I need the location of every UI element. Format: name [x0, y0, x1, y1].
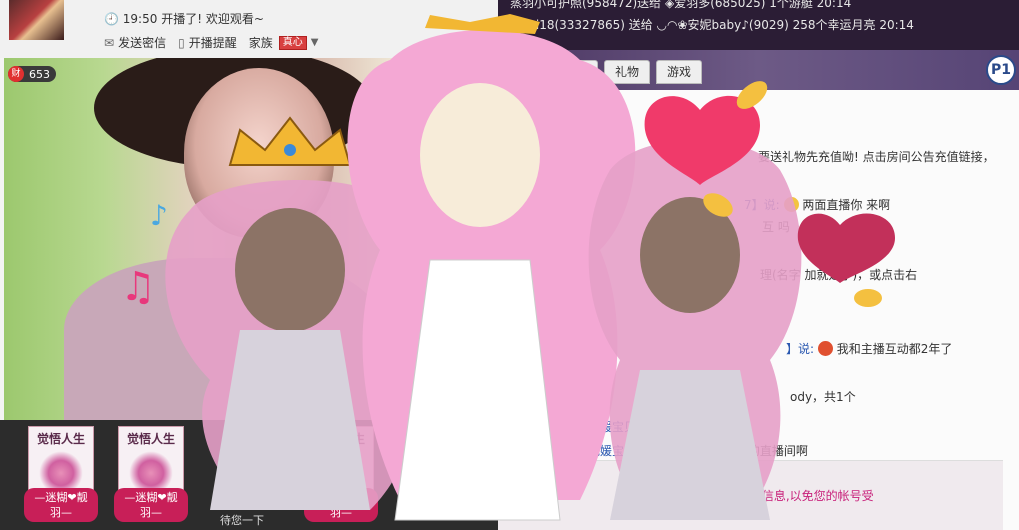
family-button[interactable]: 家族 真心 ▼	[248, 34, 319, 51]
live-reminder-button[interactable]: ▯ 开播提醒	[178, 34, 237, 51]
phone-icon: ▯	[178, 35, 185, 50]
wealth-icon: 财	[8, 66, 24, 82]
chat-line: 互 吗	[762, 220, 790, 234]
gift-ticker: 蒸羽小可护照(958472)送给 ◈爱羽多(685025) 1个游艇 20:14…	[498, 0, 1019, 50]
video-body-shape	[64, 258, 384, 420]
fan-name-line1: —迷糊❤靓	[124, 491, 178, 504]
fan-name-badge[interactable]: —迷糊❤靓 羽—	[24, 488, 98, 522]
host-actions: ✉ 发送密信 ▯ 开播提醒 家族 真心 ▼	[104, 34, 318, 51]
send-message-button[interactable]: ✉ 发送密信	[104, 34, 166, 51]
tab-gift[interactable]: 礼物	[604, 60, 651, 84]
notice-line: 游戏】 请点击进入	[510, 467, 710, 481]
status-text: 开播了! 欢迎观看~	[161, 12, 264, 26]
fan-card-title: 觉悟人生	[316, 432, 365, 446]
fan-card-title: 觉悟人生	[36, 432, 85, 446]
chat-line: 值	[592, 172, 605, 186]
ticker-line: wrfyi18(33327865) 送给 ◡◠❀安妮baby♪(9029) 25…	[510, 18, 914, 32]
send-message-label: 发送密信	[118, 36, 167, 50]
fan-name-badge[interactable]: —迷糊❤靓 羽—	[114, 488, 188, 522]
notice-line: 药场】 官方页面发布的六币优惠信息,以免您的帐号受	[510, 489, 874, 503]
chat-line: 理(名字 加就是了)，或点击右	[760, 268, 918, 282]
chevron-down-icon[interactable]: ▼	[311, 37, 319, 48]
chat-line: 代理	[596, 98, 621, 112]
tab-game[interactable]: 游戏	[656, 60, 703, 84]
chat-line: 申花媛宝贝 今天什么时候去中超的直播间啊	[576, 444, 808, 458]
angry-emoji-icon	[817, 341, 833, 356]
room-badge-icon[interactable]: P1	[986, 55, 1016, 85]
fan-name-line1: —迷糊❤靓	[34, 491, 88, 504]
chat-line: 7】说: 两面直播你 来啊	[744, 197, 891, 212]
chat-notice: 游戏】 请点击进入 药场】 官方页面发布的六币优惠信息,以免您的帐号受	[498, 460, 1003, 530]
host-status: 🕘 19:50 开播了! 欢迎观看~	[104, 10, 264, 27]
chat-line: 申花媛宝贝	[576, 420, 637, 434]
fan-name-line1: —迷糊❤靓	[314, 491, 368, 504]
fan-name-badge[interactable]: —迷糊❤靓 羽—	[304, 488, 378, 522]
clock-icon: 🕘	[104, 12, 119, 26]
host-avatar[interactable]	[9, 0, 64, 40]
fan-name-line2: 羽—	[330, 506, 352, 519]
smile-emoji-icon	[783, 197, 799, 212]
chat-line: ody，共1个	[790, 390, 856, 404]
video-face-shape	[184, 68, 334, 238]
fan-name-line2: 羽—	[50, 506, 72, 519]
tab-song[interactable]: 点歌	[552, 60, 599, 84]
host-info-bar: 🕘 19:50 开播了! 欢迎观看~ ✉ 发送密信 ▯ 开播提醒 家族 真心 ▼	[0, 0, 498, 58]
status-time: 19:50	[122, 12, 158, 26]
chat-line: 屏幕星期	[564, 150, 613, 164]
live-video[interactable]	[4, 58, 498, 420]
fan-name-line2: 羽—	[140, 506, 162, 519]
ticker-line: 蒸羽小可护照(958472)送给 ◈爱羽多(685025) 1个游艇 20:14	[510, 0, 852, 10]
app-root: 🕘 19:50 开播了! 欢迎观看~ ✉ 发送密信 ▯ 开播提醒 家族 真心 ▼	[0, 0, 1019, 530]
chat-line: :1	[516, 340, 528, 354]
family-badge: 真心	[278, 35, 307, 50]
chat-line: 】说: 我和主播互动都2年了	[786, 341, 953, 356]
wealth-badge: 财 653	[8, 66, 56, 82]
wealth-value: 653	[29, 67, 50, 81]
chat-line: 7 —迷糊♥	[526, 390, 585, 404]
waiting-text: 待您一下	[220, 514, 264, 527]
chat-line: 要送礼物先充值呦! 点击房间公告充值链接，	[758, 150, 995, 164]
mail-icon: ✉	[104, 35, 115, 50]
fan-card-title: 觉悟人生	[126, 432, 175, 446]
live-reminder-label: 开播提醒	[188, 36, 237, 50]
room-tabs: 点歌 礼物 游戏	[552, 60, 703, 84]
chat-line: 额: 6天	[516, 364, 556, 378]
family-label: 家族	[248, 36, 273, 50]
